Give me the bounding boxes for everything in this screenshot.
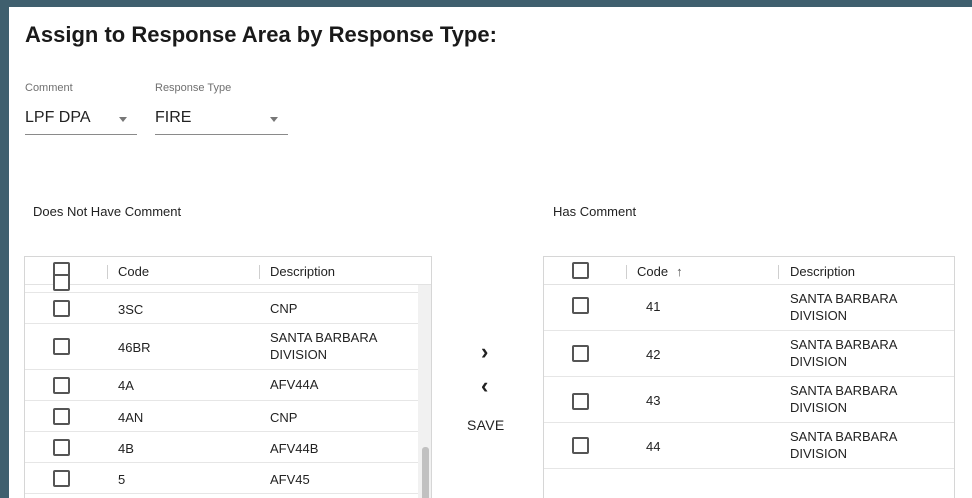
row-description-line2: DIVISION xyxy=(790,446,848,461)
row-description: SANTA BARBARA xyxy=(790,383,898,398)
description-column-header[interactable]: Description xyxy=(790,264,855,279)
row-code: 41 xyxy=(646,299,661,314)
row-description-line2: DIVISION xyxy=(270,347,328,362)
row-checkbox[interactable] xyxy=(572,345,589,362)
table-row[interactable]: 42 SANTA BARBARA DIVISION xyxy=(544,331,954,377)
row-description: AFV44A xyxy=(270,377,319,392)
row-code: 46BR xyxy=(118,340,151,355)
row-description: SANTA BARBARA xyxy=(790,337,898,352)
assign-panel: Assign to Response Area by Response Type… xyxy=(9,7,972,498)
row-checkbox[interactable] xyxy=(572,437,589,454)
row-checkbox[interactable] xyxy=(53,408,70,425)
row-code: 4A xyxy=(118,378,134,393)
comment-underline xyxy=(25,134,137,135)
code-column-label: Code xyxy=(637,264,669,279)
comment-label: Comment xyxy=(25,82,73,94)
header-separator xyxy=(778,265,779,279)
row-description: CNP xyxy=(270,410,298,425)
row-description-line2: DIVISION xyxy=(790,354,848,369)
table-row[interactable]: 46BR SANTA BARBARA DIVISION xyxy=(25,324,431,370)
row-checkbox[interactable] xyxy=(572,393,589,410)
header-separator xyxy=(259,265,260,279)
row-code: 4B xyxy=(118,441,134,456)
row-checkbox[interactable] xyxy=(53,470,70,487)
table-row[interactable]: 4AN CNP xyxy=(25,401,431,432)
row-checkbox[interactable] xyxy=(53,439,70,456)
chevron-down-icon xyxy=(119,117,127,122)
response-type-select[interactable]: Response Type FIRE xyxy=(155,82,288,138)
comment-select[interactable]: Comment LPF DPA xyxy=(25,82,137,138)
row-description-line2: DIVISION xyxy=(790,308,848,323)
row-checkbox[interactable] xyxy=(53,377,70,394)
move-right-button[interactable]: › xyxy=(481,339,488,365)
row-description-line2: DIVISION xyxy=(790,400,848,415)
table-row[interactable]: 41 SANTA BARBARA DIVISION xyxy=(544,285,954,331)
right-grid-header: Code ↑ Description xyxy=(544,257,954,285)
row-code: 5 xyxy=(118,472,126,487)
response-type-underline xyxy=(155,134,288,135)
left-grid-header: Code Description xyxy=(25,257,431,285)
table-row[interactable]: 3SC CNP xyxy=(25,293,431,324)
left-section-label: Does Not Have Comment xyxy=(33,204,182,219)
row-checkbox[interactable] xyxy=(572,297,589,314)
page-title: Assign to Response Area by Response Type… xyxy=(25,22,497,47)
table-row[interactable]: 5 AFV45 xyxy=(25,463,431,494)
left-grid-scroll-thumb[interactable] xyxy=(422,447,429,498)
select-all-checkbox[interactable] xyxy=(572,262,589,279)
row-checkbox[interactable] xyxy=(53,338,70,355)
row-code: 44 xyxy=(646,439,661,454)
right-section-label: Has Comment xyxy=(553,204,637,219)
header-separator xyxy=(626,265,627,279)
table-row[interactable]: 43 SANTA BARBARA DIVISION xyxy=(544,377,954,423)
row-code: 3SC xyxy=(118,302,144,317)
move-left-button[interactable]: ‹ xyxy=(481,373,488,399)
right-grid: Code ↑ Description 41 SANTA BARBARA DIVIS… xyxy=(543,256,955,498)
row-checkbox[interactable] xyxy=(53,274,70,291)
code-column-header[interactable]: Code xyxy=(118,264,149,279)
save-button[interactable]: SAVE xyxy=(467,417,505,433)
row-code: 4AN xyxy=(118,410,144,425)
row-checkbox[interactable] xyxy=(53,300,70,317)
table-row[interactable] xyxy=(25,274,431,293)
response-type-label: Response Type xyxy=(155,82,232,94)
row-code: 42 xyxy=(646,347,661,362)
table-row[interactable]: 4B AFV44B xyxy=(25,432,431,463)
row-code: 43 xyxy=(646,393,661,408)
row-description: SANTA BARBARA xyxy=(270,330,378,345)
arrow-up-icon: ↑ xyxy=(676,264,683,279)
row-description: CNP xyxy=(270,301,298,316)
row-description: AFV45 xyxy=(270,472,310,487)
row-description: AFV44B xyxy=(270,441,319,456)
code-column-header[interactable]: Code ↑ xyxy=(637,264,683,279)
description-column-header[interactable]: Description xyxy=(270,264,335,279)
row-description: SANTA BARBARA xyxy=(790,429,898,444)
table-row[interactable]: 44 SANTA BARBARA DIVISION xyxy=(544,423,954,469)
comment-value: LPF DPA xyxy=(25,109,91,126)
response-type-value: FIRE xyxy=(155,109,192,126)
table-row[interactable]: 4A AFV44A xyxy=(25,370,431,401)
left-grid: Code Description 3SC CNP 46BR SANTA BARB… xyxy=(24,256,432,498)
row-description: SANTA BARBARA xyxy=(790,291,898,306)
header-separator xyxy=(107,265,108,279)
chevron-down-icon xyxy=(270,117,278,122)
